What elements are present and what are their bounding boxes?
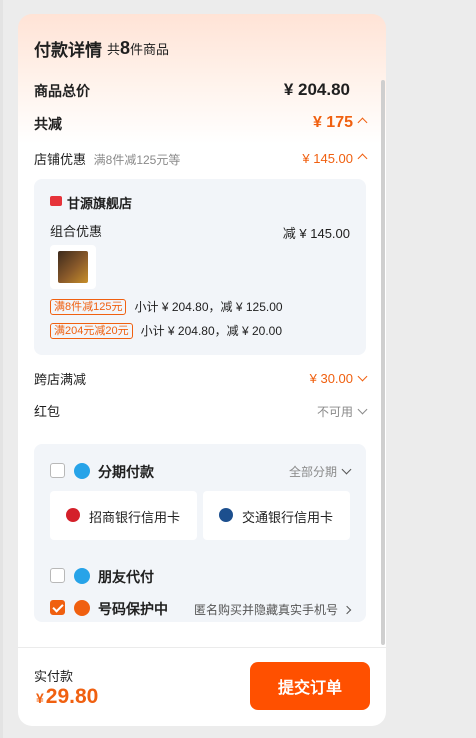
chevron-right-icon: [342, 605, 352, 615]
privacy-desc-link[interactable]: 匿名购买并隐藏真实手机号: [193, 601, 352, 618]
promo-tag: 满204元减20元: [50, 322, 133, 339]
chevron-up-icon: [357, 153, 368, 164]
combo-discount-value: 减 ¥ 145.00: [282, 226, 350, 241]
discount-label: 共减: [34, 116, 62, 132]
chevron-up-icon: [357, 117, 368, 128]
promo-line: 满204元减20元 小计 ¥ 204.80，减 ¥ 20.00: [50, 322, 282, 339]
store-discount-card: 甘源旗舰店 组合优惠 减 ¥ 145.00 满8件减125元 小计 ¥ 204.…: [34, 179, 366, 355]
chevron-down-icon: [357, 404, 368, 415]
paid-amount-value: 29.80: [45, 685, 99, 708]
chevron-down-icon: [341, 464, 352, 475]
red-packet-value: 不可用: [316, 405, 353, 419]
bank-label: 交通银行信用卡: [242, 510, 334, 525]
page-edge: [0, 0, 3, 738]
bank-option-bocom[interactable]: 交通银行信用卡: [203, 491, 350, 540]
product-thumbnail[interactable]: [50, 245, 96, 289]
friend-pay-checkbox[interactable]: [50, 568, 65, 583]
item-count: 共8件商品: [107, 38, 170, 58]
footer-divider: [18, 647, 386, 648]
installment-dropdown[interactable]: 全部分期: [288, 463, 352, 480]
cross-store-label: 跨店满减: [34, 372, 87, 387]
payment-details-panel: 付款详情 共8件商品 商品总价 ¥ 204.80 共减 ¥ 175 店铺优惠 满…: [18, 14, 386, 726]
promo-line: 满8件减125元 小计 ¥ 204.80，减 ¥ 125.00: [50, 298, 283, 315]
red-packet-label: 红包: [34, 404, 61, 419]
promo-detail: 小计 ¥ 204.80，减 ¥ 20.00: [140, 324, 283, 338]
privacy-label: 号码保护中: [98, 601, 168, 617]
shield-icon: [74, 600, 90, 616]
installment-option: 全部分期: [288, 465, 337, 479]
submit-order-button[interactable]: 提交订单: [250, 662, 370, 710]
bank-label: 招商银行信用卡: [89, 510, 181, 525]
product-image: [58, 251, 88, 283]
store-discount-row: 店铺优惠 满8件减125元等: [34, 149, 180, 168]
installment-icon: [74, 463, 90, 479]
store-discount-label: 店铺优惠: [34, 152, 87, 167]
store-logo-icon: [50, 196, 62, 206]
cross-store-value: ¥ 30.00: [309, 371, 353, 386]
total-price-value: ¥ 204.80: [283, 80, 350, 99]
privacy-description: 匿名购买并隐藏真实手机号: [193, 603, 338, 617]
friend-pay-icon: [74, 568, 90, 584]
installment-checkbox[interactable]: [50, 463, 65, 478]
store-discount-toggle[interactable]: ¥ 145.00: [302, 151, 368, 166]
friend-pay-label: 朋友代付: [98, 569, 154, 585]
paid-amount: ¥29.80: [36, 685, 98, 709]
bank-option-cmb[interactable]: 招商银行信用卡: [50, 491, 197, 540]
store-name: 甘源旗舰店: [67, 196, 133, 211]
page-title: 付款详情: [34, 41, 102, 60]
cross-store-toggle[interactable]: ¥ 30.00: [309, 371, 368, 386]
cmb-bank-icon: [66, 508, 80, 522]
payment-options-card: 分期付款 全部分期 招商银行信用卡 交通银行信用卡 朋友代付 号码保护中 匿名购…: [34, 444, 366, 622]
installment-label: 分期付款: [98, 464, 154, 480]
discount-toggle[interactable]: ¥ 175: [312, 114, 368, 132]
store-discount-value: ¥ 145.00: [302, 151, 353, 166]
total-price-label: 商品总价: [34, 83, 90, 99]
combo-discount-label: 组合优惠: [50, 224, 103, 239]
chevron-down-icon: [357, 371, 368, 382]
promo-tag: 满8件减125元: [50, 298, 127, 315]
store-discount-hint: 满8件减125元等: [93, 153, 181, 167]
red-packet-toggle[interactable]: 不可用: [316, 403, 368, 420]
discount-value: ¥ 175: [312, 114, 353, 131]
paid-label: 实付款: [34, 669, 74, 684]
currency-symbol: ¥: [36, 690, 44, 706]
privacy-checkbox[interactable]: [50, 600, 65, 615]
bocom-bank-icon: [219, 508, 233, 522]
promo-detail: 小计 ¥ 204.80，减 ¥ 125.00: [134, 300, 283, 314]
scrollbar[interactable]: [381, 80, 385, 645]
